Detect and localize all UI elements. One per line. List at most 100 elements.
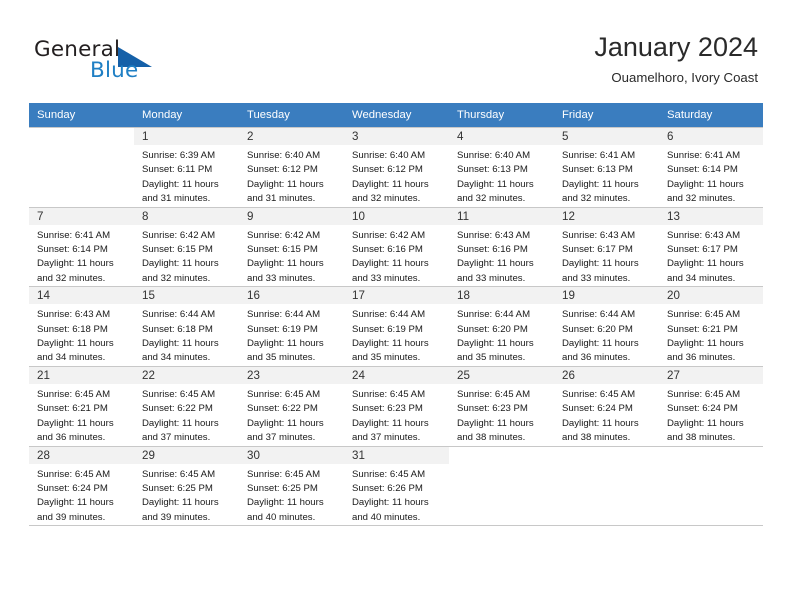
calendar-day-cell[interactable]: 11 Sunrise: 6:43 AM Sunset: 6:16 PM Dayligh…	[449, 206, 554, 288]
sunset-text: Sunset: 6:18 PM	[142, 323, 213, 335]
calendar-day-cell[interactable]: 4 Sunrise: 6:40 AM Sunset: 6:13 PM Daylight…	[449, 127, 554, 208]
daylight-text: Daylight: 11 hours	[562, 178, 639, 190]
day-number: 9	[239, 207, 344, 225]
daylight-text-cont: and 36 minutes.	[37, 432, 106, 444]
calendar-day-cell[interactable]: 22 Sunrise: 6:45 AM Sunset: 6:22 PM Dayligh…	[134, 365, 239, 447]
day-number: 18	[449, 287, 554, 305]
day-details	[659, 464, 763, 468]
calendar-day-cell-empty	[659, 445, 763, 527]
daylight-text: Daylight: 11 hours	[562, 417, 639, 429]
day-details: Sunrise: 6:45 AM Sunset: 6:25 PM Daylight:…	[239, 464, 344, 526]
daylight-text-cont: and 34 minutes.	[667, 272, 736, 284]
day-number: 21	[29, 366, 134, 384]
daylight-text: Daylight: 11 hours	[352, 417, 429, 429]
calendar-day-cell[interactable]: 21 Sunrise: 6:45 AM Sunset: 6:21 PM Dayligh…	[29, 365, 134, 447]
generalblue-logo[interactable]: General Blue	[34, 37, 214, 89]
day-details: Sunrise: 6:41 AM Sunset: 6:14 PM Daylight:…	[659, 145, 763, 207]
sunrise-text: Sunrise: 6:44 AM	[562, 309, 636, 321]
day-details: Sunrise: 6:43 AM Sunset: 6:17 PM Daylight:…	[659, 225, 763, 287]
day-number: 25	[449, 366, 554, 384]
day-details	[29, 145, 134, 149]
sunset-text: Sunset: 6:19 PM	[247, 323, 318, 335]
calendar-day-cell[interactable]: 14 Sunrise: 6:43 AM Sunset: 6:18 PM Dayligh…	[29, 286, 134, 367]
sunset-text: Sunset: 6:17 PM	[562, 244, 633, 256]
calendar-day-cell[interactable]: 7 Sunrise: 6:41 AM Sunset: 6:14 PM Daylight…	[29, 206, 134, 288]
day-details: Sunrise: 6:45 AM Sunset: 6:21 PM Daylight:…	[29, 384, 134, 446]
sunrise-text: Sunrise: 6:45 AM	[247, 468, 321, 480]
calendar-day-cell[interactable]: 19 Sunrise: 6:44 AM Sunset: 6:20 PM Dayligh…	[554, 286, 659, 367]
sunset-text: Sunset: 6:21 PM	[667, 323, 738, 335]
day-number: 19	[554, 287, 659, 305]
daylight-text: Daylight: 11 hours	[37, 417, 114, 429]
sunrise-text: Sunrise: 6:43 AM	[37, 309, 111, 321]
calendar-day-cell[interactable]: 5 Sunrise: 6:41 AM Sunset: 6:13 PM Daylight…	[554, 127, 659, 208]
day-details: Sunrise: 6:42 AM Sunset: 6:16 PM Daylight:…	[344, 225, 449, 287]
sunset-text: Sunset: 6:26 PM	[352, 482, 423, 494]
day-details: Sunrise: 6:42 AM Sunset: 6:15 PM Daylight:…	[239, 225, 344, 287]
daylight-text: Daylight: 11 hours	[352, 338, 429, 350]
daylight-text: Daylight: 11 hours	[142, 178, 219, 190]
day-number: 13	[659, 207, 763, 225]
calendar-day-cell[interactable]: 13 Sunrise: 6:43 AM Sunset: 6:17 PM Dayligh…	[659, 206, 763, 288]
calendar-day-cell[interactable]: 18 Sunrise: 6:44 AM Sunset: 6:20 PM Dayligh…	[449, 286, 554, 367]
daylight-text: Daylight: 11 hours	[247, 417, 324, 429]
calendar-day-cell[interactable]: 1 Sunrise: 6:39 AM Sunset: 6:11 PM Daylight…	[134, 127, 239, 208]
day-number: 31	[344, 446, 449, 464]
calendar-day-cell[interactable]: 6 Sunrise: 6:41 AM Sunset: 6:14 PM Daylight…	[659, 127, 763, 208]
day-details	[449, 464, 554, 468]
daylight-text-cont: and 33 minutes.	[247, 272, 316, 284]
calendar-day-cell[interactable]: 3 Sunrise: 6:40 AM Sunset: 6:12 PM Daylight…	[344, 127, 449, 208]
calendar-day-cell[interactable]: 28 Sunrise: 6:45 AM Sunset: 6:24 PM Dayligh…	[29, 445, 134, 527]
calendar-day-cell[interactable]: 25 Sunrise: 6:45 AM Sunset: 6:23 PM Dayligh…	[449, 365, 554, 447]
sunrise-text: Sunrise: 6:43 AM	[667, 229, 741, 241]
day-number	[29, 128, 134, 145]
day-number: 4	[449, 128, 554, 145]
calendar-day-cell[interactable]: 12 Sunrise: 6:43 AM Sunset: 6:17 PM Dayligh…	[554, 206, 659, 288]
page-subtitle: Ouamelhoro, Ivory Coast	[611, 70, 758, 85]
day-details: Sunrise: 6:43 AM Sunset: 6:16 PM Daylight:…	[449, 225, 554, 287]
sunset-text: Sunset: 6:20 PM	[457, 323, 528, 335]
sunrise-text: Sunrise: 6:43 AM	[562, 229, 636, 241]
sunrise-text: Sunrise: 6:42 AM	[247, 229, 321, 241]
calendar-day-cell[interactable]: 10 Sunrise: 6:42 AM Sunset: 6:16 PM Dayligh…	[344, 206, 449, 288]
calendar-day-cell[interactable]: 2 Sunrise: 6:40 AM Sunset: 6:12 PM Daylight…	[239, 127, 344, 208]
day-number	[659, 446, 763, 464]
calendar-day-cell[interactable]: 9 Sunrise: 6:42 AM Sunset: 6:15 PM Daylight…	[239, 206, 344, 288]
calendar-day-cell[interactable]: 23 Sunrise: 6:45 AM Sunset: 6:22 PM Dayligh…	[239, 365, 344, 447]
day-details: Sunrise: 6:45 AM Sunset: 6:22 PM Daylight:…	[134, 384, 239, 446]
calendar-day-cell[interactable]: 31 Sunrise: 6:45 AM Sunset: 6:26 PM Dayligh…	[344, 445, 449, 527]
calendar-day-cell[interactable]: 16 Sunrise: 6:44 AM Sunset: 6:19 PM Dayligh…	[239, 286, 344, 367]
day-details: Sunrise: 6:45 AM Sunset: 6:25 PM Daylight:…	[134, 464, 239, 526]
daylight-text: Daylight: 11 hours	[352, 258, 429, 270]
daylight-text-cont: and 31 minutes.	[247, 193, 316, 205]
day-details: Sunrise: 6:40 AM Sunset: 6:12 PM Daylight:…	[344, 145, 449, 207]
daylight-text-cont: and 35 minutes.	[457, 352, 526, 364]
sunset-text: Sunset: 6:16 PM	[457, 244, 528, 256]
day-number: 27	[659, 366, 763, 384]
sunrise-text: Sunrise: 6:40 AM	[457, 150, 531, 161]
daylight-text: Daylight: 11 hours	[352, 497, 429, 509]
calendar-day-cell[interactable]: 20 Sunrise: 6:45 AM Sunset: 6:21 PM Dayligh…	[659, 286, 763, 367]
sunrise-text: Sunrise: 6:45 AM	[142, 388, 216, 400]
page-header: General Blue January 2024 Ouamelhoro, Iv…	[0, 0, 792, 100]
calendar-day-cell[interactable]: 15 Sunrise: 6:44 AM Sunset: 6:18 PM Dayligh…	[134, 286, 239, 367]
daylight-text: Daylight: 11 hours	[247, 258, 324, 270]
calendar-week-row: 7 Sunrise: 6:41 AM Sunset: 6:14 PM Daylight…	[29, 206, 763, 288]
sunset-text: Sunset: 6:23 PM	[352, 403, 423, 415]
calendar-day-cell[interactable]: 30 Sunrise: 6:45 AM Sunset: 6:25 PM Dayligh…	[239, 445, 344, 527]
calendar-day-cell[interactable]: 24 Sunrise: 6:45 AM Sunset: 6:23 PM Dayligh…	[344, 365, 449, 447]
calendar-day-cell[interactable]: 27 Sunrise: 6:45 AM Sunset: 6:24 PM Dayligh…	[659, 365, 763, 447]
weekday-header-thursday: Thursday	[449, 103, 554, 128]
weekday-header-wednesday: Wednesday	[344, 103, 449, 128]
calendar-day-cell[interactable]: 8 Sunrise: 6:42 AM Sunset: 6:15 PM Daylight…	[134, 206, 239, 288]
daylight-text-cont: and 37 minutes.	[142, 432, 211, 444]
sunrise-text: Sunrise: 6:45 AM	[37, 388, 111, 400]
calendar-day-cell[interactable]: 26 Sunrise: 6:45 AM Sunset: 6:24 PM Dayligh…	[554, 365, 659, 447]
sunrise-text: Sunrise: 6:39 AM	[142, 150, 216, 161]
calendar-day-cell[interactable]: 17 Sunrise: 6:44 AM Sunset: 6:19 PM Dayligh…	[344, 286, 449, 367]
daylight-text-cont: and 32 minutes.	[667, 193, 736, 205]
calendar-day-cell[interactable]: 29 Sunrise: 6:45 AM Sunset: 6:25 PM Dayligh…	[134, 445, 239, 527]
sunrise-text: Sunrise: 6:45 AM	[352, 388, 426, 400]
day-number: 15	[134, 287, 239, 305]
day-details: Sunrise: 6:43 AM Sunset: 6:17 PM Daylight:…	[554, 225, 659, 287]
